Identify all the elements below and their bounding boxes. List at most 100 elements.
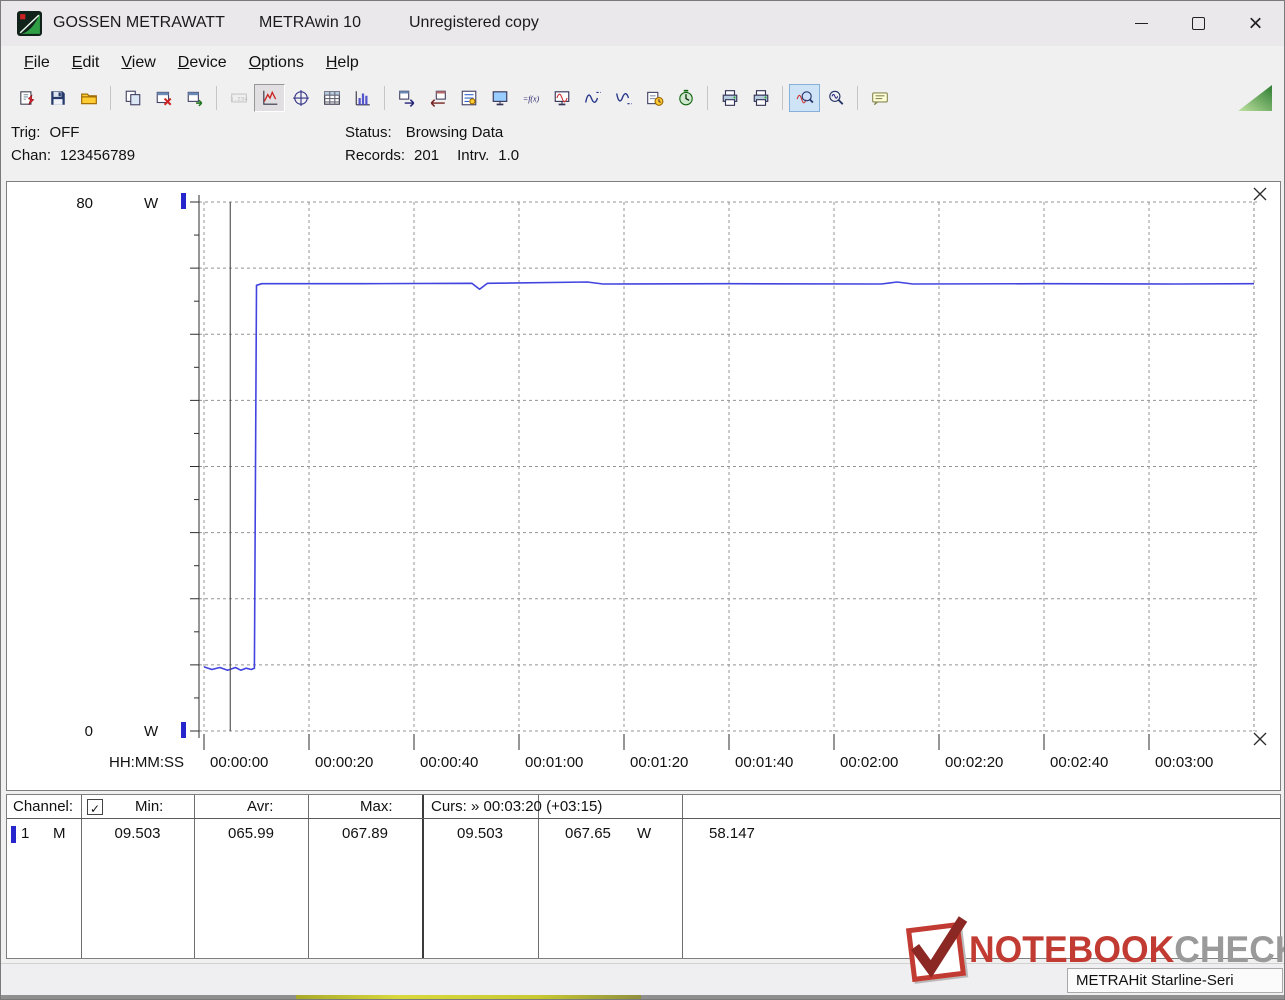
svg-text:00:01:20: 00:01:20: [630, 754, 688, 771]
annotation-icon: [871, 89, 889, 107]
close-window-button[interactable]: [148, 84, 179, 112]
svg-text:00:00:20: 00:00:20: [315, 754, 373, 771]
xy-chart-view-button[interactable]: [285, 84, 316, 112]
signal-lower-button[interactable]: [608, 84, 639, 112]
license-note: Unregistered copy: [409, 14, 539, 31]
menu-options[interactable]: Options: [238, 51, 315, 75]
load-data-icon: [18, 89, 36, 107]
minimize-button[interactable]: [1113, 1, 1170, 46]
open-file-button[interactable]: [73, 84, 104, 112]
export-window-icon: [186, 89, 204, 107]
channel-visibility-checkbox[interactable]: ✓: [87, 799, 103, 815]
chart-axis-labels: 00:00:00 00:00:20 00:00:40 00:01:00 00:01:20…: [76, 195, 1213, 771]
menu-edit[interactable]: Edit: [61, 51, 111, 75]
pc-connection-button[interactable]: [484, 84, 515, 112]
resize-grip-icon: [1238, 85, 1272, 111]
close-icon: ×: [1248, 9, 1263, 37]
zoom-tool-icon: [827, 89, 845, 107]
zoom-tool-button[interactable]: [820, 84, 851, 112]
app-logo-icon: [17, 11, 42, 36]
svg-text:W: W: [144, 723, 159, 740]
svg-text:80: 80: [76, 195, 93, 212]
chart-panel: 00:00:00 00:00:20 00:00:40 00:01:00 00:01:20…: [6, 181, 1281, 791]
column-divider: [538, 795, 539, 958]
channel-mode: M: [53, 825, 66, 842]
col-avr-label: Avr:: [247, 798, 274, 815]
channel-color-marker: [11, 826, 16, 843]
status-value: Browsing Data: [405, 124, 504, 141]
right-cursor-handle-top[interactable]: [1253, 187, 1267, 201]
svg-text:00:02:20: 00:02:20: [945, 754, 1003, 771]
live-monitor-button[interactable]: [546, 84, 577, 112]
open-file-icon: [80, 89, 98, 107]
histogram-view-button[interactable]: [347, 84, 378, 112]
maximize-icon: [1192, 17, 1205, 30]
cursor-left-value: 09.503: [457, 825, 503, 842]
app-product-title: METRAwin 10: [259, 14, 361, 31]
taskbar-accent: [296, 995, 641, 999]
timer-button[interactable]: [670, 84, 701, 112]
annotation-button[interactable]: [864, 84, 895, 112]
svg-text:HH:MM:SS: HH:MM:SS: [109, 754, 184, 771]
zoom-signal-icon: [796, 89, 814, 107]
col-cursor-label: Curs: » 00:03:20 (+03:15): [431, 798, 603, 815]
power-chart[interactable]: 00:00:00 00:00:20 00:00:40 00:01:00 00:01:20…: [7, 182, 1280, 790]
column-divider: [81, 795, 82, 958]
print-preview-icon: [721, 89, 739, 107]
save-data-button[interactable]: [42, 84, 73, 112]
print-preview-button[interactable]: [714, 84, 745, 112]
notebookcheck-watermark: NOTEBOOKCHECK: [899, 915, 1284, 983]
numeric-display-button[interactable]: [223, 84, 254, 112]
bottom-scale-marker: [181, 722, 186, 738]
signal-upper-button[interactable]: [577, 84, 608, 112]
records-label: Records:: [345, 147, 406, 164]
toolbar-separator: [384, 85, 385, 110]
min-value: 09.503: [114, 825, 161, 842]
copy-window-icon: [124, 89, 142, 107]
watermark-text: NOTEBOOKCHECK: [969, 929, 1284, 971]
column-divider: [194, 795, 195, 958]
print-icon: [752, 89, 770, 107]
col-min-label: Min:: [135, 798, 164, 815]
menu-device[interactable]: Device: [167, 51, 238, 75]
device-settings-button[interactable]: [453, 84, 484, 112]
taskbar-sliver: [1, 995, 1284, 999]
table-view-button[interactable]: [316, 84, 347, 112]
trig-label: Trig:: [11, 124, 41, 141]
menu-view[interactable]: View: [110, 51, 166, 75]
chan-value: 123456789: [60, 147, 136, 164]
chart-gridlines: [199, 201, 1257, 732]
load-data-button[interactable]: [11, 84, 42, 112]
minimize-icon: [1135, 22, 1148, 25]
maximize-button[interactable]: [1170, 1, 1227, 46]
chart-axes: [181, 193, 1150, 750]
max-value: 067.89: [342, 825, 388, 842]
right-cursor-handle-bottom[interactable]: [1253, 732, 1267, 746]
close-button[interactable]: ×: [1227, 1, 1284, 46]
watermark-check: CHECK: [1174, 929, 1284, 970]
formula-button[interactable]: [515, 84, 546, 112]
yt-chart-view-button[interactable]: [254, 83, 285, 112]
live-monitor-icon: [553, 89, 571, 107]
svg-text:00:02:40: 00:02:40: [1050, 754, 1108, 771]
receive-from-device-button[interactable]: [422, 84, 453, 112]
menu-help[interactable]: Help: [315, 51, 370, 75]
save-data-icon: [49, 89, 67, 107]
toolbar-separator: [110, 85, 111, 110]
export-window-button[interactable]: [179, 84, 210, 112]
send-to-device-button[interactable]: [391, 84, 422, 112]
print-button[interactable]: [745, 84, 776, 112]
watermark-notebook: NOTEBOOK: [969, 929, 1175, 970]
transfer-schedule-button[interactable]: [639, 84, 670, 112]
col-channel-label: Channel:: [13, 798, 74, 815]
column-divider: [308, 795, 309, 958]
svg-text:00:01:00: 00:01:00: [525, 754, 583, 771]
svg-text:0: 0: [85, 723, 93, 740]
cursor-delta-value: 58.147: [709, 825, 755, 842]
copy-window-button[interactable]: [117, 84, 148, 112]
table-header: Channel: ✓ Min: Avr: Max: Curs: » 00:03:…: [7, 795, 1280, 819]
menu-file[interactable]: File: [13, 51, 61, 75]
records-value: 201: [414, 147, 440, 164]
zoom-signal-button[interactable]: [789, 83, 820, 112]
send-to-device-icon: [398, 89, 416, 107]
